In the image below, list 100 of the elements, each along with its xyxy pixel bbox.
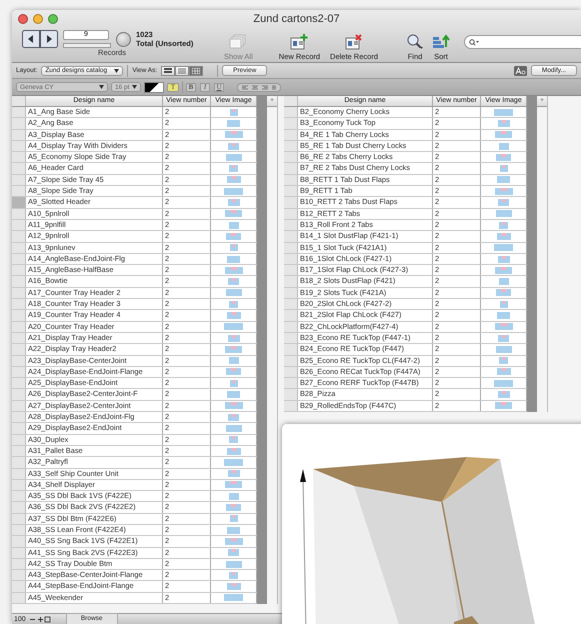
row-selector[interactable] [284, 344, 298, 355]
text-format-icon[interactable] [514, 66, 527, 76]
row-selector[interactable] [12, 332, 26, 344]
row-selector[interactable] [12, 163, 26, 174]
alignment-buttons[interactable] [237, 82, 281, 92]
row-selector[interactable] [12, 140, 26, 152]
carton-drawing [228, 243, 240, 252]
carton-drawing [494, 209, 514, 218]
row-selector[interactable] [284, 378, 298, 388]
carton-drawing [496, 142, 510, 151]
row-selector[interactable] [12, 524, 26, 536]
row-selector[interactable] [12, 389, 26, 400]
row-selector[interactable] [12, 242, 26, 253]
row-selector[interactable] [12, 299, 26, 310]
carton-drawing [222, 130, 244, 140]
row-selector[interactable] [284, 220, 298, 230]
row-selector[interactable] [284, 163, 298, 174]
row-selector[interactable] [284, 107, 298, 118]
row-selector[interactable] [12, 570, 26, 580]
row-selector[interactable] [12, 276, 26, 287]
row-selector[interactable] [12, 457, 26, 468]
carton-drawing [222, 536, 244, 546]
carton-drawing [227, 300, 240, 309]
search-icon [469, 38, 479, 46]
carton-drawing [226, 220, 240, 230]
carton-drawing [224, 288, 244, 298]
row-selector[interactable] [284, 254, 298, 264]
row-selector[interactable] [284, 197, 298, 208]
row-selector[interactable] [12, 412, 26, 422]
carton-drawing [223, 480, 244, 490]
row-selector[interactable] [284, 140, 298, 152]
text-color-swatch[interactable] [144, 82, 164, 92]
row-selector[interactable] [12, 174, 26, 186]
row-selector[interactable] [12, 186, 26, 196]
row-selector[interactable] [284, 400, 298, 412]
table-corner [284, 96, 298, 106]
carton-drawing [224, 152, 244, 162]
view-mode-button[interactable] [175, 66, 190, 76]
record-navigation-icon[interactable] [22, 30, 58, 48]
view-mode-button[interactable] [189, 66, 204, 76]
row-selector[interactable] [12, 548, 26, 558]
row-selector[interactable] [12, 208, 26, 219]
row-selector[interactable] [12, 288, 26, 298]
carton-drawing [226, 334, 242, 343]
row-selector[interactable] [284, 186, 298, 196]
stacked-cards-icon [229, 34, 248, 50]
row-selector[interactable] [12, 310, 26, 321]
row-selector[interactable] [284, 174, 298, 186]
row-selector[interactable] [284, 356, 298, 366]
row-selector[interactable] [12, 366, 26, 378]
list-view-icon [178, 68, 186, 74]
row-selector[interactable] [12, 356, 26, 366]
row-selector[interactable] [12, 502, 26, 513]
row-selector[interactable] [12, 491, 26, 502]
row-selector[interactable] [284, 152, 298, 162]
row-selector[interactable] [12, 322, 26, 332]
row-selector[interactable] [12, 558, 26, 570]
row-selector[interactable] [12, 446, 26, 456]
search-field[interactable] [464, 35, 581, 49]
row-selector[interactable] [284, 366, 298, 378]
row-selector[interactable] [12, 378, 26, 388]
row-selector[interactable] [12, 514, 26, 524]
row-selector[interactable] [284, 322, 298, 332]
row-selector[interactable] [12, 344, 26, 355]
row-selector[interactable] [12, 536, 26, 547]
row-selector[interactable] [12, 480, 26, 490]
row-selector[interactable] [284, 299, 298, 310]
row-selector[interactable] [12, 265, 26, 276]
view-mode-button[interactable] [161, 66, 176, 76]
row-selector[interactable] [12, 130, 26, 140]
row-selector[interactable] [284, 118, 298, 129]
row-selector[interactable] [12, 197, 26, 208]
row-selector[interactable] [12, 468, 26, 479]
minimize-button[interactable] [33, 14, 43, 24]
row-selector[interactable] [12, 400, 26, 412]
row-selector[interactable] [12, 581, 26, 592]
row-selector[interactable] [284, 389, 298, 400]
zoom-controls-icon[interactable] [28, 616, 51, 622]
row-selector[interactable] [12, 592, 26, 604]
carton-drawing [496, 390, 512, 400]
row-selector[interactable] [12, 118, 26, 129]
row-selector[interactable] [12, 434, 26, 445]
row-selector[interactable] [12, 423, 26, 434]
row-selector[interactable] [12, 231, 26, 242]
row-selector[interactable] [12, 107, 26, 118]
close-button[interactable] [18, 14, 28, 24]
row-selector[interactable] [284, 130, 298, 140]
row-selector[interactable] [284, 288, 298, 298]
row-selector[interactable] [12, 254, 26, 264]
row-selector[interactable] [284, 208, 298, 219]
row-selector[interactable] [284, 231, 298, 242]
row-selector[interactable] [284, 242, 298, 253]
row-selector[interactable] [284, 332, 298, 344]
row-selector[interactable] [12, 220, 26, 230]
row-selector[interactable] [284, 265, 298, 276]
carton-drawing [225, 390, 242, 400]
row-selector[interactable] [284, 276, 298, 287]
row-selector[interactable] [12, 152, 26, 162]
zoom-button[interactable] [48, 14, 58, 24]
row-selector[interactable] [284, 310, 298, 321]
